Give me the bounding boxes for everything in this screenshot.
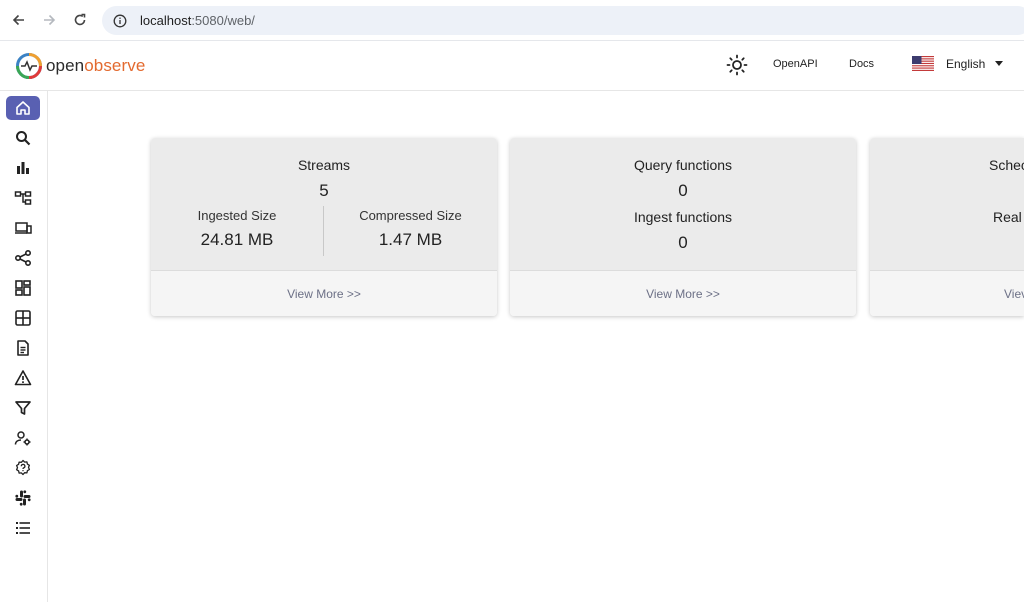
slack-icon xyxy=(15,490,31,506)
reports-icon xyxy=(17,340,29,356)
sidebar-item-traces[interactable] xyxy=(6,186,40,210)
openobserve-logo[interactable]: openobserve xyxy=(15,52,145,80)
realtime-label: Real xyxy=(993,209,1022,225)
ingest-functions-label: Ingest functions xyxy=(633,209,733,225)
rum-icon xyxy=(15,222,32,234)
compressed-size-label: Compressed Size xyxy=(359,208,462,223)
scheduled-card: Schec Real Viev xyxy=(870,138,1024,316)
logo-wordmark: openobserve xyxy=(46,56,146,75)
sidebar-item-dashboards[interactable] xyxy=(6,276,40,300)
ingested-size-label: Ingested Size xyxy=(197,208,277,223)
streams-view-more-bar: View More >> xyxy=(151,270,497,316)
dropdown-caret-icon xyxy=(995,61,1004,66)
forward-button[interactable] xyxy=(33,0,64,41)
sidebar-item-alerts[interactable] xyxy=(6,366,40,390)
scheduled-view-more-link[interactable]: Viev xyxy=(1004,287,1024,301)
streams-count: 5 xyxy=(319,181,329,200)
streams-view-more-link[interactable]: View More >> xyxy=(287,287,361,301)
streams-icon xyxy=(15,310,31,326)
url-path: :5080/web/ xyxy=(191,13,255,28)
sidebar-item-slack[interactable] xyxy=(6,486,40,510)
sidebar xyxy=(0,91,48,602)
docs-link[interactable]: Docs xyxy=(849,58,874,70)
functions-icon xyxy=(15,401,31,415)
functions-view-more-bar: View More >> xyxy=(510,270,856,316)
sidebar-item-pipelines[interactable] xyxy=(6,246,40,270)
compressed-size-value: 1.47 MB xyxy=(378,230,443,249)
streams-card-body: Streams 5 Ingested Size 24.81 MB Compres… xyxy=(151,138,497,270)
reload-icon xyxy=(74,13,85,26)
pipeline-icon xyxy=(14,249,32,267)
compressed-size-block: Compressed Size 1.47 MB xyxy=(324,208,497,250)
language-selector[interactable]: English xyxy=(912,56,1004,71)
address-bar[interactable]: localhost:5080/web/ xyxy=(102,6,1024,35)
back-arrow-icon xyxy=(12,14,24,26)
forward-arrow-icon xyxy=(43,14,55,26)
sidebar-item-rum[interactable] xyxy=(6,216,40,240)
app-header: openobserve OpenAPI Docs English xyxy=(0,41,1024,91)
sidebar-item-help[interactable] xyxy=(6,456,40,480)
dashboards-icon xyxy=(15,280,31,296)
streams-title: Streams xyxy=(297,157,351,173)
functions-card-body: Query functions 0 Ingest functions 0 xyxy=(510,138,856,270)
alerts-icon xyxy=(14,370,32,386)
home-icon xyxy=(16,101,30,115)
sidebar-item-streams[interactable] xyxy=(6,306,40,330)
search-icon xyxy=(16,131,31,146)
logo-mark-icon xyxy=(16,53,42,79)
scheduled-title: Schec xyxy=(989,157,1024,173)
query-functions-value: 0 xyxy=(678,181,688,200)
theme-toggle-button[interactable] xyxy=(726,54,748,76)
scheduled-card-body: Schec Real xyxy=(870,138,1024,270)
functions-card: Query functions 0 Ingest functions 0 Vie… xyxy=(510,138,856,316)
ingested-size-value: 24.81 MB xyxy=(200,230,274,249)
openapi-link[interactable]: OpenAPI xyxy=(773,58,818,70)
menu-list-icon xyxy=(16,522,30,534)
browser-toolbar: localhost:5080/web/ xyxy=(0,0,1024,41)
sidebar-item-iam[interactable] xyxy=(6,426,40,450)
site-info-icon[interactable] xyxy=(112,13,128,29)
sidebar-item-home[interactable] xyxy=(6,96,40,120)
query-functions-label: Query functions xyxy=(633,157,733,173)
help-icon xyxy=(15,459,31,476)
back-button[interactable] xyxy=(3,0,34,41)
reload-button[interactable] xyxy=(64,0,95,41)
ingest-functions-value: 0 xyxy=(678,233,688,252)
metrics-icon xyxy=(17,162,29,174)
sidebar-item-reports[interactable] xyxy=(6,336,40,360)
sidebar-item-logs[interactable] xyxy=(6,126,40,150)
url-host: localhost xyxy=(140,13,192,28)
url-text: localhost:5080/web/ xyxy=(140,13,255,28)
functions-view-more-link[interactable]: View More >> xyxy=(646,287,720,301)
sun-icon xyxy=(726,54,748,76)
traces-icon xyxy=(14,191,32,205)
language-label: English xyxy=(946,56,986,71)
streams-card: Streams 5 Ingested Size 24.81 MB Compres… xyxy=(151,138,497,316)
ingested-size-block: Ingested Size 24.81 MB xyxy=(151,208,323,250)
us-flag-icon xyxy=(912,56,934,71)
sidebar-item-menu[interactable] xyxy=(6,516,40,540)
sidebar-item-metrics[interactable] xyxy=(6,156,40,180)
scheduled-view-more-bar: Viev xyxy=(870,270,1024,316)
sidebar-item-functions[interactable] xyxy=(6,396,40,420)
iam-icon xyxy=(14,431,31,446)
